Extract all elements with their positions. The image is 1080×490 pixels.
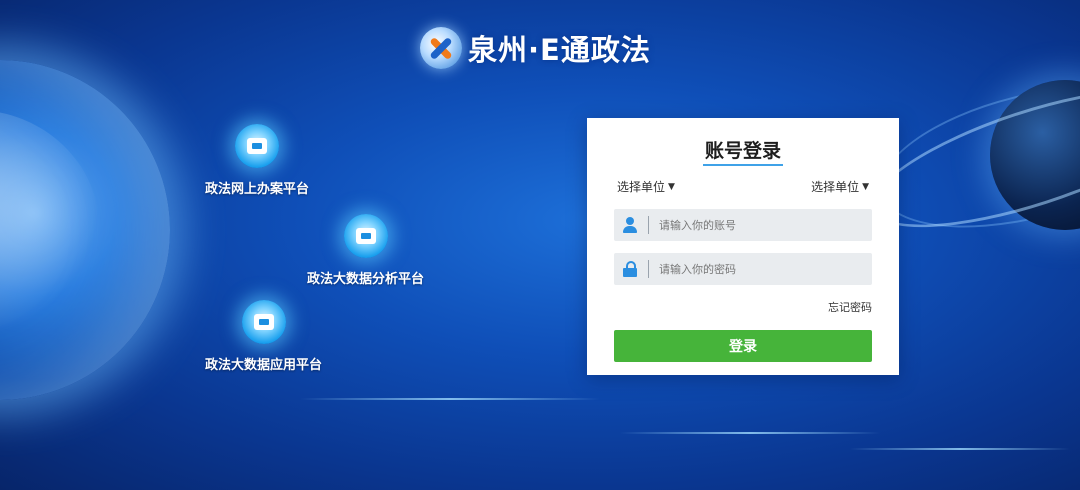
username-field	[614, 209, 872, 241]
unit-select-right[interactable]: 选择单位 ▼	[811, 178, 869, 195]
field-divider	[648, 216, 649, 234]
user-icon	[614, 209, 646, 241]
platform-label: 政法网上办案平台	[205, 182, 310, 197]
platform-data-analysis[interactable]: 政法大数据分析平台	[307, 214, 424, 287]
logo-text: 泉州·E通政法	[468, 33, 651, 67]
password-input[interactable]	[657, 261, 861, 277]
platform-label: 政法大数据分析平台	[307, 272, 425, 287]
unit-select-label: 选择单位	[811, 180, 860, 194]
password-field	[614, 253, 872, 285]
forgot-password-link[interactable]: 忘记密码	[828, 299, 872, 315]
platform-online-case[interactable]: 政法网上办案平台	[205, 124, 309, 197]
platform-data-application[interactable]: 政法大数据应用平台	[205, 300, 322, 373]
chevron-down-icon: ▼	[668, 181, 675, 192]
cloud-app-icon	[241, 300, 286, 344]
data-analysis-icon	[343, 214, 388, 258]
app-logo: 泉州·E通政法	[420, 22, 651, 74]
computer-document-icon	[235, 124, 279, 168]
platform-label: 政法大数据应用平台	[205, 358, 323, 373]
light-streak	[850, 448, 1070, 450]
username-input[interactable]	[657, 217, 861, 233]
lock-icon	[614, 253, 646, 285]
light-streak	[300, 398, 600, 400]
login-button[interactable]: 登录	[614, 330, 872, 362]
login-title: 账号登录	[704, 140, 781, 162]
unit-select-label: 选择单位	[617, 180, 666, 194]
unit-select-left[interactable]: 选择单位 ▼	[617, 178, 675, 195]
field-divider	[648, 260, 649, 278]
title-underline	[703, 164, 783, 166]
chevron-down-icon: ▼	[862, 181, 869, 192]
login-panel: 账号登录 选择单位 ▼ 选择单位 ▼ 忘记密码 登录	[587, 118, 899, 375]
light-streak	[620, 432, 880, 434]
logo-x-icon	[420, 27, 462, 69]
